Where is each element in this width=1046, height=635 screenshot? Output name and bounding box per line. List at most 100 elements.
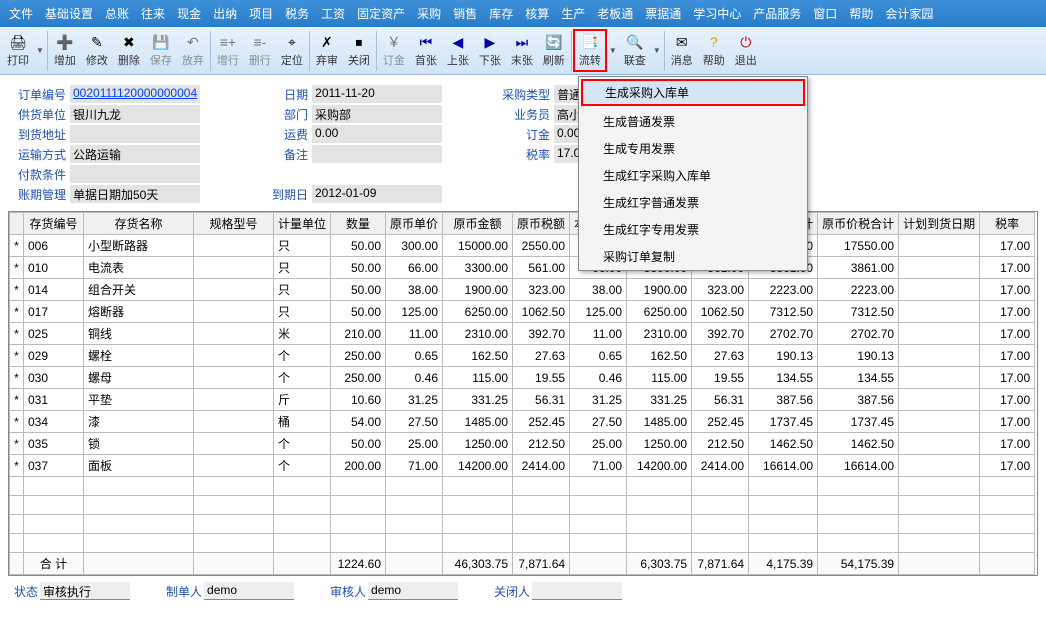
menu-ledger[interactable]: 总账	[100, 3, 134, 24]
maker-field: demo	[204, 582, 294, 600]
dropdown-gen-red-special[interactable]: 生成红字专用发票	[579, 216, 807, 243]
first-button[interactable]: ⏮首张	[410, 30, 442, 71]
msg-button[interactable]: ✉消息	[666, 30, 698, 71]
liancha-button[interactable]: 🔍联查	[619, 30, 651, 71]
order-button[interactable]: ￥订金	[378, 30, 410, 71]
menu-product[interactable]: 产品服务	[748, 3, 806, 24]
table-row[interactable]: *029螺栓个250.000.65162.5027.630.65162.5027…	[10, 345, 1035, 367]
dropdown-gen-red-instock[interactable]: 生成红字采购入库单	[579, 162, 807, 189]
exit-button[interactable]: ⏻退出	[730, 30, 762, 71]
dropdown-gen-special-invoice[interactable]: 生成专用发票	[579, 135, 807, 162]
delrow-button[interactable]: ≡-删行	[244, 30, 276, 71]
col-rate[interactable]: 税率	[980, 213, 1035, 235]
help-button[interactable]: ?帮助	[698, 30, 730, 71]
col-qty[interactable]: 数量	[331, 213, 386, 235]
menu-tax[interactable]: 税务	[280, 3, 314, 24]
menu-account[interactable]: 核算	[520, 3, 554, 24]
supplier-field[interactable]: 银川九龙	[70, 105, 200, 123]
addrow-button[interactable]: ≡+增行	[212, 30, 244, 71]
table-row-empty[interactable]	[10, 534, 1035, 553]
discard-button[interactable]: ↶放弃	[177, 30, 209, 71]
remark-field[interactable]	[312, 145, 442, 163]
dept-field[interactable]: 采购部	[312, 105, 442, 123]
liuzhuan-button[interactable]: 📑流转	[573, 29, 607, 72]
menu-salary[interactable]: 工资	[316, 3, 350, 24]
table-row-empty[interactable]	[10, 477, 1035, 496]
menu-cash[interactable]: 现金	[172, 3, 206, 24]
table-row[interactable]: *031平垫斤10.6031.25331.2556.3131.25331.255…	[10, 389, 1035, 411]
locate-button[interactable]: ⌖定位	[276, 30, 308, 71]
menu-sale[interactable]: 销售	[448, 3, 482, 24]
dept-label: 部门	[256, 106, 308, 123]
menu-ar[interactable]: 往来	[136, 3, 170, 24]
save-button[interactable]: 💾保存	[145, 30, 177, 71]
detail-table[interactable]: 存货编号 存货名称 规格型号 计量单位 数量 原币单价 原币金额 原币税额 本币…	[9, 212, 1035, 575]
dropdown-gen-normal-invoice[interactable]: 生成普通发票	[579, 108, 807, 135]
menu-basic[interactable]: 基础设置	[40, 3, 98, 24]
dropdown-copy-order[interactable]: 采购订单复制	[579, 243, 807, 270]
menu-boss[interactable]: 老板通	[592, 3, 638, 24]
table-row[interactable]: *014组合开关只50.0038.001900.00323.0038.00190…	[10, 279, 1035, 301]
date-field[interactable]: 2011-11-20	[312, 85, 442, 103]
menu-project[interactable]: 项目	[244, 3, 278, 24]
liancha-dropdown-arrow[interactable]: ▼	[651, 46, 663, 55]
col-sum2[interactable]: 原币价税合计	[818, 213, 899, 235]
acct-field[interactable]: 单据日期加50天	[70, 185, 200, 203]
menu-home[interactable]: 会计家园	[880, 3, 938, 24]
col-name[interactable]: 存货名称	[84, 213, 194, 235]
dropdown-gen-instock[interactable]: 生成采购入库单	[581, 79, 805, 106]
last-icon: ⏭	[513, 33, 531, 51]
due-field[interactable]: 2012-01-09	[312, 185, 442, 203]
table-row-empty[interactable]	[10, 515, 1035, 534]
menu-learn[interactable]: 学习中心	[688, 3, 746, 24]
menu-produce[interactable]: 生产	[556, 3, 590, 24]
table-row-empty[interactable]	[10, 496, 1035, 515]
menu-cashier[interactable]: 出纳	[208, 3, 242, 24]
table-row[interactable]: *025铜线米210.0011.002310.00392.7011.002310…	[10, 323, 1035, 345]
dropdown-gen-red-normal[interactable]: 生成红字普通发票	[579, 189, 807, 216]
freight-field[interactable]: 0.00	[312, 125, 442, 143]
print-dropdown-arrow[interactable]: ▼	[34, 46, 46, 55]
toolbar: 🖨打印 ▼ ➕增加 ✎修改 ✖删除 💾保存 ↶放弃 ≡+增行 ≡-删行 ⌖定位 …	[0, 27, 1046, 75]
table-row[interactable]: *006小型断路器只50.00300.0015000.002550.00300.…	[10, 235, 1035, 257]
col-otax[interactable]: 原币税额	[513, 213, 570, 235]
table-row[interactable]: *035锁个50.0025.001250.00212.5025.001250.0…	[10, 433, 1035, 455]
menu-file[interactable]: 文件	[4, 3, 38, 24]
delete-button[interactable]: ✖删除	[113, 30, 145, 71]
add-button[interactable]: ➕增加	[49, 30, 81, 71]
close-button[interactable]: ⏹关闭	[343, 30, 375, 71]
menu-window[interactable]: 窗口	[808, 3, 842, 24]
menu-help[interactable]: 帮助	[844, 3, 878, 24]
locate-icon: ⌖	[283, 33, 301, 51]
pay-field[interactable]	[70, 165, 200, 183]
table-row[interactable]: *034漆桶54.0027.501485.00252.4527.501485.0…	[10, 411, 1035, 433]
modify-button[interactable]: ✎修改	[81, 30, 113, 71]
abandon-button[interactable]: ✗弃审	[311, 30, 343, 71]
menu-bill[interactable]: 票据通	[640, 3, 686, 24]
table-row[interactable]: *037面板个200.0071.0014200.002414.0071.0014…	[10, 455, 1035, 477]
col-plandate[interactable]: 计划到货日期	[899, 213, 980, 235]
addr-field[interactable]	[70, 125, 200, 143]
remark-label: 备注	[256, 146, 308, 163]
menu-asset[interactable]: 固定资产	[352, 3, 410, 24]
col-unit[interactable]: 计量单位	[274, 213, 331, 235]
refresh-button[interactable]: 🔄刷新	[538, 30, 570, 71]
menu-stock[interactable]: 库存	[484, 3, 518, 24]
col-uprice[interactable]: 原币单价	[386, 213, 443, 235]
table-row[interactable]: *030螺母个250.000.46115.0019.550.46115.0019…	[10, 367, 1035, 389]
col-spec[interactable]: 规格型号	[194, 213, 274, 235]
print-button[interactable]: 🖨打印	[2, 30, 34, 71]
table-row[interactable]: *017熔断器只50.00125.006250.001062.50125.006…	[10, 301, 1035, 323]
liuzhuan-dropdown-arrow[interactable]: ▼	[607, 46, 619, 55]
table-row[interactable]: *010电流表只50.0066.003300.00561.0066.003300…	[10, 257, 1035, 279]
prev-button[interactable]: ◀上张	[442, 30, 474, 71]
state-label: 状态	[14, 583, 38, 600]
col-amt[interactable]: 原币金额	[443, 213, 513, 235]
col-code[interactable]: 存货编号	[24, 213, 84, 235]
ship-field[interactable]: 公路运输	[70, 145, 200, 163]
next-button[interactable]: ▶下张	[474, 30, 506, 71]
last-button[interactable]: ⏭末张	[506, 30, 538, 71]
help-icon: ?	[705, 33, 723, 51]
order-no-field[interactable]: 0020111120000000004	[70, 85, 200, 103]
menu-purchase[interactable]: 采购	[412, 3, 446, 24]
